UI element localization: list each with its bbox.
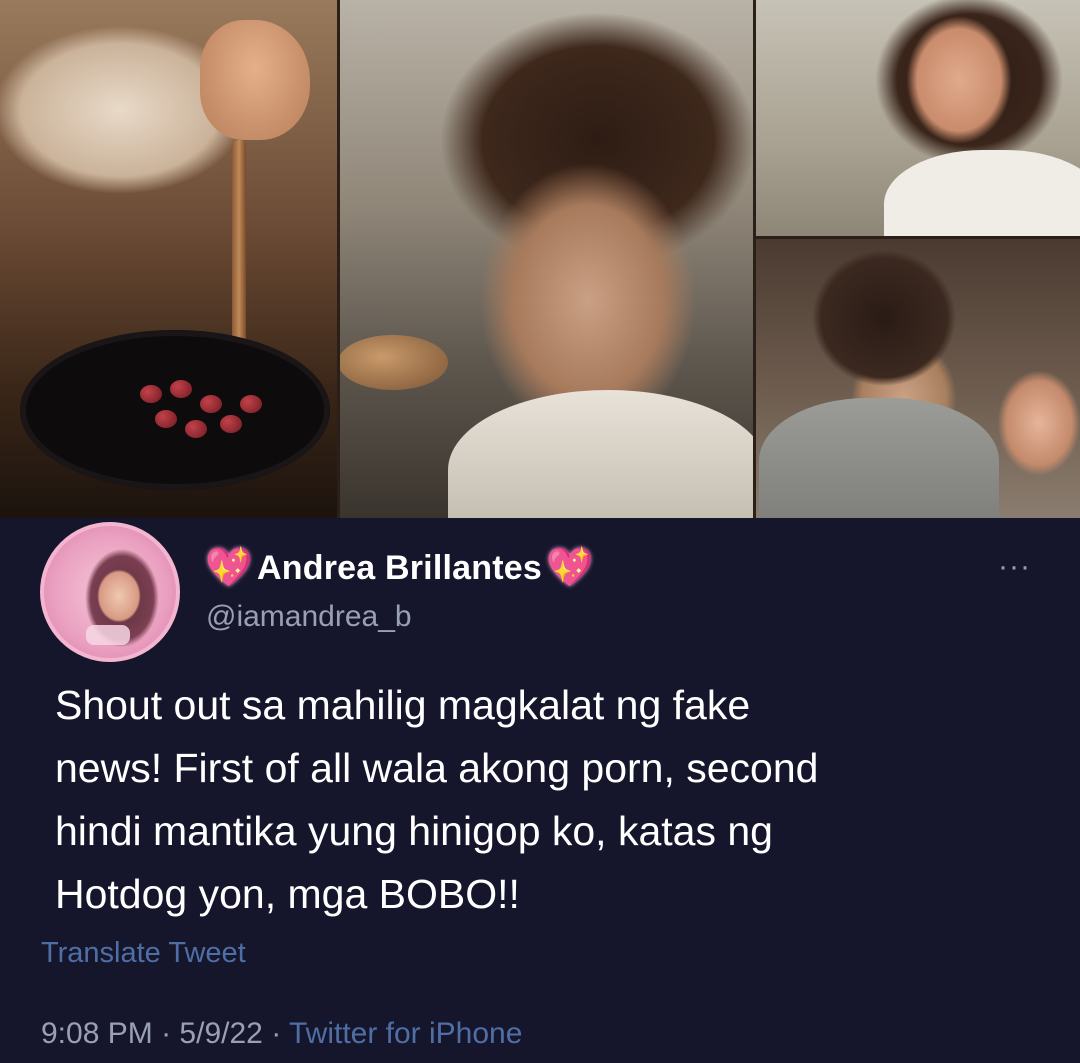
tweet-text-line: hindi mantika yung hinigop ko, katas ng [55,808,773,854]
shirt [759,398,999,518]
tweet-meta: 9:08 PM · 5/9/22 · Twitter for iPhone [41,1017,522,1051]
user-handle[interactable]: @iamandrea_b [206,600,412,634]
sausage [185,420,207,438]
tweet-text-line: Shout out sa mahilig magkalat ng fake [55,682,751,728]
sausage [140,385,162,403]
tweet-author[interactable]: 💖 Andrea Brillantes 💖 [205,543,594,593]
tweet-text-line: Hotdog yon, mga BOBO!! [55,871,520,917]
shirt [448,390,754,518]
meta-separator: · [161,1017,172,1050]
collage-divider [753,0,756,518]
spoon [338,335,448,390]
photo-woman-tasting[interactable] [338,0,754,518]
collage-divider [754,236,1080,239]
photo-collage [0,0,1080,518]
sausage [200,395,222,413]
tweet-source-link[interactable]: Twitter for iPhone [289,1017,522,1050]
photo-woman-smiling[interactable] [754,0,1080,238]
sparkling-heart-icon: 💖 [546,547,594,589]
sausage [220,415,242,433]
meta-separator: · [271,1017,282,1050]
sausage [170,380,192,398]
tweet-text: Shout out sa mahilig magkalat ng fake ne… [55,674,1065,926]
collage-divider [337,0,340,518]
frying-pan [20,330,330,490]
sparkling-heart-icon: 💖 [205,547,253,589]
photo-cooking-pan[interactable] [0,0,338,518]
shirt [884,150,1080,238]
photo-couple[interactable] [754,238,1080,518]
tweet-date[interactable]: 5/9/22 [179,1017,262,1050]
display-name[interactable]: Andrea Brillantes [257,549,542,588]
tweet-text-line: news! First of all wala akong porn, seco… [55,745,819,791]
tweet-time[interactable]: 9:08 PM [41,1017,153,1050]
more-options-icon[interactable]: ··· [998,552,1031,582]
translate-tweet-link[interactable]: Translate Tweet [41,937,246,970]
avatar-badge [86,625,130,645]
hand [200,20,310,140]
sausage [240,395,262,413]
sausage [155,410,177,428]
